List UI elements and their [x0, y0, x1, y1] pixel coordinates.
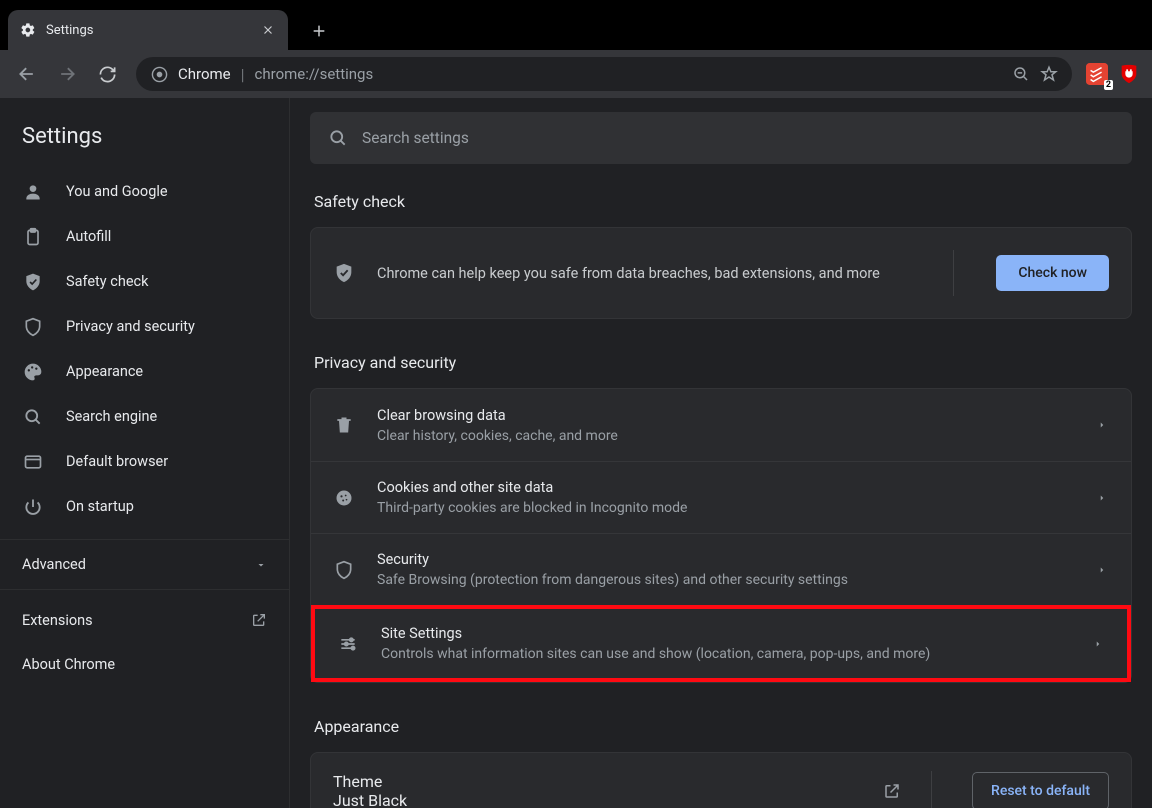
sidebar-item-label: Autofill: [66, 228, 111, 245]
reload-button[interactable]: [90, 57, 124, 91]
sidebar-item-label: Appearance: [66, 363, 143, 380]
forward-button[interactable]: [50, 57, 84, 91]
zoom-icon[interactable]: [1012, 65, 1030, 83]
privacy-card: Clear browsing data Clear history, cooki…: [310, 388, 1132, 683]
advanced-label: Advanced: [22, 556, 86, 573]
open-external-icon: [251, 612, 267, 628]
row-title: Security: [377, 551, 1073, 568]
shield-icon: [333, 559, 355, 581]
sidebar-item-label: Privacy and security: [66, 318, 195, 335]
settings-content: Safety check Chrome can help keep you sa…: [290, 98, 1152, 808]
bookmark-star-icon[interactable]: [1040, 65, 1058, 83]
sidebar-item-on-startup[interactable]: On startup: [0, 484, 289, 529]
browser-window-icon: [22, 451, 44, 473]
chevron-right-icon: [1095, 565, 1109, 575]
sidebar-item-you-and-google[interactable]: You and Google: [0, 169, 289, 214]
search-icon: [22, 406, 44, 428]
row-subtitle: Controls what information sites can use …: [381, 646, 1069, 662]
chevron-right-icon: [1095, 493, 1109, 503]
sidebar-item-label: Safety check: [66, 273, 148, 290]
row-site-settings[interactable]: Site Settings Controls what information …: [311, 605, 1131, 682]
row-clear-browsing-data[interactable]: Clear browsing data Clear history, cooki…: [311, 389, 1131, 461]
row-title: Site Settings: [381, 625, 1069, 642]
sidebar-item-default-browser[interactable]: Default browser: [0, 439, 289, 484]
sliders-icon: [337, 633, 359, 655]
section-title-appearance: Appearance: [314, 717, 1128, 736]
settings-search[interactable]: [310, 112, 1132, 164]
search-icon: [328, 128, 348, 148]
extension-todoist-icon[interactable]: 2: [1084, 61, 1110, 87]
omnibox[interactable]: Chrome | chrome://settings: [136, 57, 1072, 91]
section-title-privacy: Privacy and security: [314, 353, 1128, 372]
gear-icon: [20, 22, 36, 38]
row-title: Cookies and other site data: [377, 479, 1073, 496]
row-subtitle: Clear history, cookies, cache, and more: [377, 428, 1073, 444]
sidebar-item-privacy-security[interactable]: Privacy and security: [0, 304, 289, 349]
palette-icon: [22, 361, 44, 383]
reset-to-default-button[interactable]: Reset to default: [972, 772, 1109, 808]
shield-icon: [22, 316, 44, 338]
sidebar-item-autofill[interactable]: Autofill: [0, 214, 289, 259]
row-cookies[interactable]: Cookies and other site data Third-party …: [311, 461, 1131, 533]
sidebar-item-label: Default browser: [66, 453, 168, 470]
sidebar-item-label: On startup: [66, 498, 134, 515]
shield-check-icon: [22, 271, 44, 293]
sidebar-item-about-chrome[interactable]: About Chrome: [0, 642, 289, 686]
settings-page: Settings You and Google Autofill Safety …: [0, 98, 1152, 808]
chrome-icon: [150, 65, 168, 83]
close-icon[interactable]: [260, 22, 276, 38]
row-theme[interactable]: Theme Just Black Reset to default: [311, 753, 1131, 808]
theme-title: Theme: [333, 772, 863, 791]
sidebar-item-label: Search engine: [66, 408, 157, 425]
browser-toolbar: Chrome | chrome://settings 2: [0, 50, 1152, 98]
sidebar-item-label: You and Google: [66, 183, 168, 200]
cookie-icon: [333, 487, 355, 509]
row-subtitle: Safe Browsing (protection from dangerous…: [377, 572, 1073, 588]
tab-strip: Settings: [0, 0, 1152, 50]
omnibox-label: Chrome: [178, 65, 231, 83]
about-label: About Chrome: [22, 656, 115, 673]
appearance-card: Theme Just Black Reset to default: [310, 752, 1132, 808]
trash-icon: [333, 414, 355, 436]
extension-badge: 2: [1104, 80, 1113, 90]
open-external-icon[interactable]: [883, 782, 901, 800]
sidebar-advanced-toggle[interactable]: Advanced: [0, 539, 289, 589]
check-now-button[interactable]: Check now: [996, 255, 1109, 291]
chevron-right-icon: [1095, 420, 1109, 430]
page-title: Settings: [0, 116, 289, 169]
shield-check-icon: [333, 262, 355, 284]
tab-title: Settings: [46, 23, 250, 38]
browser-tab[interactable]: Settings: [8, 10, 288, 50]
chevron-right-icon: [1091, 639, 1105, 649]
new-tab-button[interactable]: [302, 14, 336, 48]
clipboard-icon: [22, 226, 44, 248]
divider: [953, 250, 954, 296]
settings-search-input[interactable]: [362, 129, 1114, 147]
power-icon: [22, 496, 44, 518]
row-subtitle: Third-party cookies are blocked in Incog…: [377, 500, 1073, 516]
chevron-down-icon: [255, 559, 267, 571]
sidebar: Settings You and Google Autofill Safety …: [0, 98, 290, 808]
sidebar-item-safety-check[interactable]: Safety check: [0, 259, 289, 304]
extensions-label: Extensions: [22, 612, 93, 629]
sidebar-item-extensions[interactable]: Extensions: [0, 598, 289, 642]
section-title-safety: Safety check: [314, 192, 1128, 211]
sidebar-item-search-engine[interactable]: Search engine: [0, 394, 289, 439]
sidebar-item-appearance[interactable]: Appearance: [0, 349, 289, 394]
person-icon: [22, 181, 44, 203]
back-button[interactable]: [10, 57, 44, 91]
safety-check-text: Chrome can help keep you safe from data …: [377, 265, 921, 282]
row-security[interactable]: Security Safe Browsing (protection from …: [311, 533, 1131, 605]
extension-ublock-icon[interactable]: [1116, 61, 1142, 87]
omnibox-url: chrome://settings: [255, 65, 374, 83]
theme-subtitle: Just Black: [333, 791, 863, 808]
divider: [931, 771, 932, 808]
omnibox-separator: |: [241, 65, 245, 84]
safety-check-card: Chrome can help keep you safe from data …: [310, 227, 1132, 319]
row-title: Clear browsing data: [377, 407, 1073, 424]
